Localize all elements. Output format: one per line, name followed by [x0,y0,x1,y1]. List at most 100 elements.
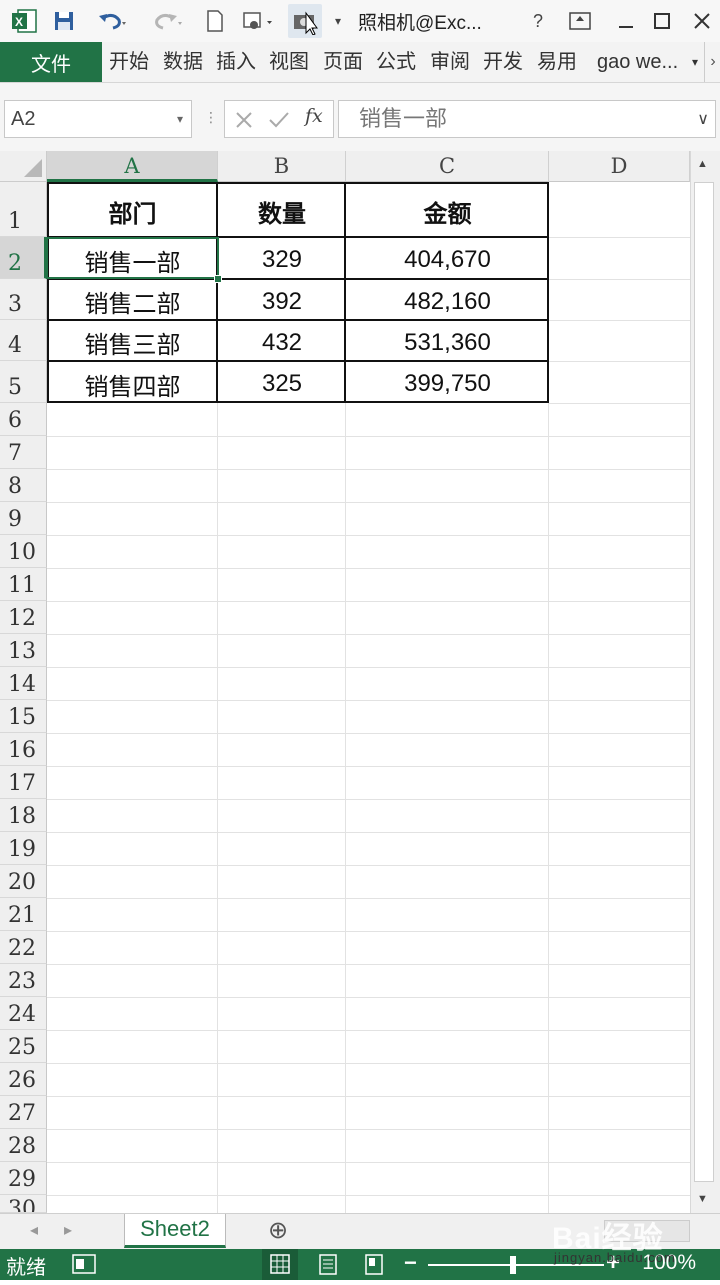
tab-home[interactable]: 开始 [109,42,149,82]
page-break-view-icon[interactable] [358,1249,390,1280]
row-header[interactable]: 27 [0,1096,47,1129]
ribbon-display-icon[interactable] [566,4,594,38]
row-header[interactable]: 13 [0,634,47,667]
page-layout-view-icon[interactable] [312,1249,344,1280]
new-file-icon[interactable] [202,4,228,38]
sheet-tab-active[interactable]: Sheet2 [124,1214,226,1248]
column-header-c[interactable]: C [346,151,549,182]
scrollbar-thumb[interactable] [694,182,714,1182]
select-all-corner[interactable] [0,151,47,182]
row-header[interactable]: 10 [0,535,47,568]
tab-page-layout[interactable]: 页面 [323,42,363,82]
row-header[interactable]: 17 [0,766,47,799]
tab-easyuse[interactable]: 易用 [537,42,577,82]
tab-data[interactable]: 数据 [163,42,203,82]
tab-insert[interactable]: 插入 [216,42,256,82]
row-header[interactable]: 2 [0,237,47,279]
table-cell[interactable]: 482,160 [346,279,549,320]
scroll-down-icon[interactable]: ▼ [697,1193,708,1205]
row-header[interactable]: 25 [0,1030,47,1063]
formula-bar-handle-icon[interactable]: ⋮ [204,109,218,126]
minimize-icon[interactable] [612,4,640,38]
row-header[interactable]: 16 [0,733,47,766]
zoom-out-icon[interactable]: − [404,1250,417,1276]
table-cell[interactable]: 404,670 [346,237,549,279]
svg-text:X: X [15,15,23,29]
save-icon[interactable] [48,4,80,38]
redo-button[interactable] [146,4,190,38]
fill-handle[interactable] [214,275,222,283]
name-box-dropdown-icon[interactable]: ▾ [177,101,183,137]
active-cell-selection [46,237,219,279]
table-cell[interactable]: 399,750 [346,361,549,403]
ribbon-scroll-right-icon[interactable]: › [704,42,720,82]
undo-button[interactable] [90,4,134,38]
row-header[interactable]: 15 [0,700,47,733]
scroll-up-icon[interactable]: ▲ [697,158,708,170]
expand-formula-bar-icon[interactable]: ∨ [697,102,709,138]
formula-input[interactable]: 销售一部 ∨ [338,100,716,138]
table-cell[interactable]: 432 [218,320,346,361]
row-header[interactable]: 11 [0,568,47,601]
table-header-cell[interactable]: 数量 [218,182,346,237]
tab-view[interactable]: 视图 [269,42,309,82]
row-header[interactable]: 26 [0,1063,47,1096]
sheet-scroll-right-icon[interactable]: ▸ [64,1220,72,1240]
row-header[interactable]: 5 [0,361,47,403]
row-header[interactable]: 14 [0,667,47,700]
row-header[interactable]: 29 [0,1162,47,1195]
column-header-a[interactable]: A [47,151,218,182]
row-header[interactable]: 22 [0,931,47,964]
normal-view-icon[interactable] [262,1249,298,1280]
cancel-icon[interactable] [233,105,255,138]
zoom-slider-thumb[interactable] [510,1256,516,1274]
row-header[interactable]: 18 [0,799,47,832]
row-header[interactable]: 1 [0,182,47,237]
row-header[interactable]: 6 [0,403,47,436]
table-cell[interactable]: 销售二部 [47,279,218,320]
customize-toolbar-icon[interactable]: ▾ [330,4,346,38]
user-dropdown-icon[interactable]: ▾ [692,42,698,82]
table-cell[interactable]: 325 [218,361,346,403]
table-header-cell[interactable]: 部门 [47,182,218,237]
tab-review[interactable]: 审阅 [430,42,470,82]
add-sheet-button[interactable]: ⊕ [268,1216,288,1245]
row-header[interactable]: 23 [0,964,47,997]
tab-file[interactable]: 文件 [0,42,102,82]
table-header-cell[interactable]: 金额 [346,182,549,237]
name-box[interactable]: A2 ▾ [4,100,192,138]
column-header-b[interactable]: B [218,151,346,182]
row-header[interactable]: 12 [0,601,47,634]
name-box-value: A2 [11,108,36,130]
row-header[interactable]: 30 [0,1195,47,1213]
row-header[interactable]: 7 [0,436,47,469]
row-header[interactable]: 20 [0,865,47,898]
table-cell[interactable]: 销售四部 [47,361,218,403]
maximize-icon[interactable] [648,4,676,38]
row-header[interactable]: 8 [0,469,47,502]
print-preview-icon[interactable] [236,4,280,38]
table-cell[interactable]: 329 [218,237,346,279]
sheet-scroll-left-icon[interactable]: ◂ [30,1220,38,1240]
insert-function-icon[interactable]: fx [305,105,323,127]
row-header[interactable]: 28 [0,1129,47,1162]
user-account[interactable]: gao we... [597,42,678,82]
row-header[interactable]: 4 [0,320,47,361]
row-header[interactable]: 24 [0,997,47,1030]
help-button[interactable]: ? [526,4,550,38]
row-header[interactable]: 21 [0,898,47,931]
table-cell[interactable]: 392 [218,279,346,320]
table-cell[interactable]: 531,360 [346,320,549,361]
macro-record-icon[interactable] [72,1254,96,1279]
column-header-d[interactable]: D [549,151,690,182]
row-header[interactable]: 19 [0,832,47,865]
table-cell[interactable]: 销售三部 [47,320,218,361]
tab-developer[interactable]: 开发 [483,42,523,82]
enter-icon[interactable] [267,105,291,138]
camera-icon[interactable] [288,4,322,38]
row-header[interactable]: 3 [0,279,47,320]
tab-formulas[interactable]: 公式 [376,42,416,82]
row-header[interactable]: 9 [0,502,47,535]
close-icon[interactable] [688,4,716,38]
formula-content: 销售一部 [359,106,448,131]
